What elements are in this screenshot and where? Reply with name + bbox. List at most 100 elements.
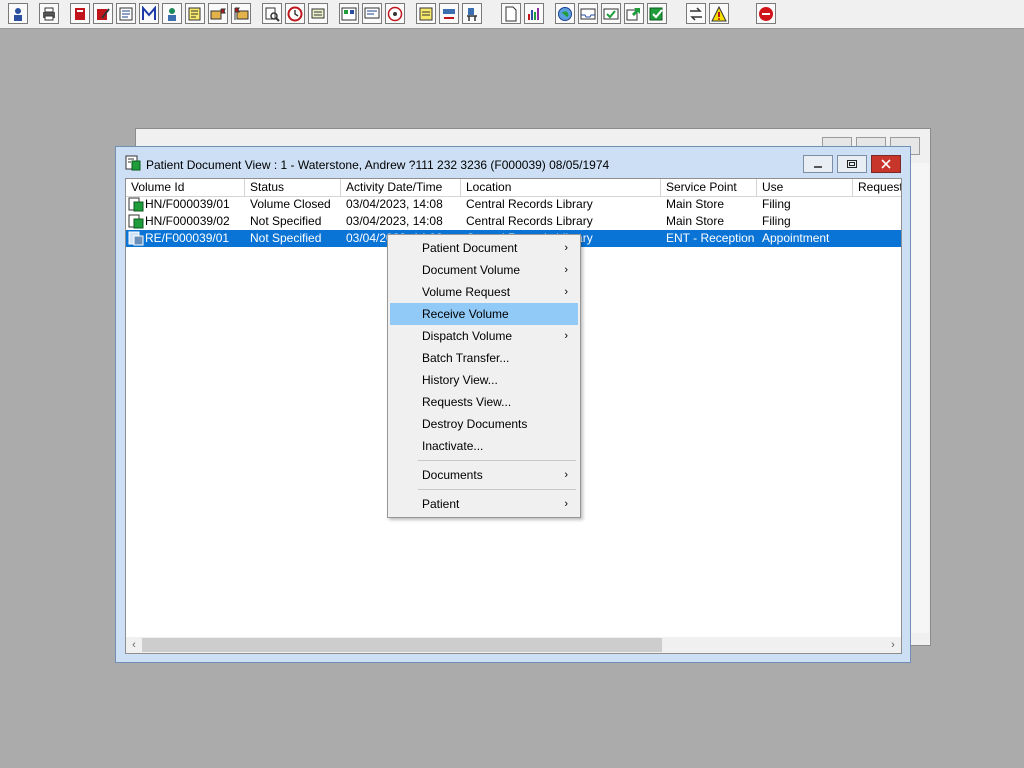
folder-flag-button[interactable] bbox=[208, 3, 228, 24]
swap-arrows-icon bbox=[690, 6, 702, 21]
menu-item-patient-document[interactable]: Patient Document › bbox=[390, 237, 578, 259]
menu-item-label: Volume Request bbox=[422, 285, 511, 299]
bar-chart-icon bbox=[528, 7, 539, 20]
minimize-button[interactable] bbox=[803, 155, 833, 173]
table-row[interactable]: HN/F000039/02 Not Specified 03/04/2023, … bbox=[126, 213, 901, 230]
cell-service-point: Main Store bbox=[666, 214, 725, 228]
cell-use: Appointment bbox=[762, 231, 830, 245]
flag-folder-button[interactable] bbox=[231, 3, 251, 24]
cell-status: Not Specified bbox=[250, 214, 322, 228]
message-button[interactable] bbox=[362, 3, 382, 24]
sticky-note-button[interactable] bbox=[416, 3, 436, 24]
check-inbox-button[interactable] bbox=[601, 3, 621, 24]
edit-document-button[interactable] bbox=[93, 3, 113, 24]
globe-icon bbox=[558, 6, 572, 21]
menu-item-batch-transfer[interactable]: Batch Transfer... bbox=[390, 347, 578, 369]
menu-item-label: Inactivate... bbox=[422, 439, 484, 453]
window-title: Patient Document View : 1 - Waterstone, … bbox=[146, 158, 610, 172]
green-check-button[interactable] bbox=[647, 3, 667, 24]
menu-item-patient[interactable]: Patient › bbox=[390, 493, 578, 515]
cell-volume-id: HN/F000039/02 bbox=[145, 214, 230, 228]
column-header-requested[interactable]: Requeste bbox=[853, 179, 901, 196]
inbox-button[interactable] bbox=[578, 3, 598, 24]
exit-button[interactable] bbox=[756, 3, 776, 24]
scroll-thumb[interactable] bbox=[142, 638, 662, 652]
report-button[interactable] bbox=[116, 3, 136, 24]
maximize-button[interactable] bbox=[837, 155, 867, 173]
column-header-location[interactable]: Location bbox=[461, 179, 661, 196]
scroll-left-icon[interactable]: ‹ bbox=[126, 637, 142, 653]
gallery-button[interactable] bbox=[339, 3, 359, 24]
table-row[interactable]: HN/F000039/01 Volume Closed 03/04/2023, … bbox=[126, 196, 901, 213]
menu-item-label: Destroy Documents bbox=[422, 417, 528, 431]
submenu-arrow-icon: › bbox=[564, 469, 568, 481]
column-header-service-point[interactable]: Service Point bbox=[661, 179, 757, 196]
search-document-icon bbox=[265, 7, 280, 22]
menu-item-receive-volume[interactable]: Receive Volume bbox=[390, 303, 578, 325]
menu-item-documents[interactable]: Documents › bbox=[390, 464, 578, 486]
search-document-button[interactable] bbox=[262, 3, 282, 24]
menu-item-destroy-documents[interactable]: Destroy Documents bbox=[390, 413, 578, 435]
red-book-button[interactable] bbox=[70, 3, 90, 24]
submenu-arrow-icon: › bbox=[564, 498, 568, 510]
swap-arrows-button[interactable] bbox=[686, 3, 706, 24]
m-letter-icon bbox=[142, 5, 156, 20]
restore-icon bbox=[847, 160, 857, 168]
green-arrow-icon bbox=[626, 7, 640, 20]
scroll-right-icon[interactable]: › bbox=[885, 637, 901, 653]
chair-button[interactable] bbox=[462, 3, 482, 24]
menu-item-volume-request[interactable]: Volume Request › bbox=[390, 281, 578, 303]
main-toolbar bbox=[0, 0, 1024, 29]
column-header-use[interactable]: Use bbox=[757, 179, 853, 196]
blank-page-button[interactable] bbox=[501, 3, 521, 24]
notepad-button[interactable] bbox=[185, 3, 205, 24]
title-bar[interactable]: Patient Document View : 1 - Waterstone, … bbox=[116, 147, 910, 177]
exit-icon bbox=[759, 6, 773, 21]
menu-separator bbox=[418, 460, 576, 461]
printer-button[interactable] bbox=[39, 3, 59, 24]
submenu-arrow-icon: › bbox=[564, 330, 568, 342]
menu-item-history-view[interactable]: History View... bbox=[390, 369, 578, 391]
menu-item-label: Receive Volume bbox=[422, 307, 509, 321]
cell-status: Volume Closed bbox=[250, 197, 331, 211]
user-key-button[interactable] bbox=[8, 3, 28, 24]
disk-button[interactable] bbox=[385, 3, 405, 24]
green-arrow-button[interactable] bbox=[624, 3, 644, 24]
menu-item-label: Batch Transfer... bbox=[422, 351, 510, 365]
column-header-activity[interactable]: Activity Date/Time bbox=[341, 179, 461, 196]
report-icon bbox=[119, 7, 133, 20]
check-inbox-icon bbox=[603, 8, 619, 19]
cell-status: Not Specified bbox=[250, 231, 322, 245]
person-icon bbox=[168, 7, 176, 21]
person-button[interactable] bbox=[162, 3, 182, 24]
red-book-icon bbox=[75, 7, 85, 20]
bar-chart-button[interactable] bbox=[524, 3, 544, 24]
sticky-note-icon bbox=[419, 7, 433, 20]
warning-button[interactable] bbox=[709, 3, 729, 24]
submenu-arrow-icon: › bbox=[564, 286, 568, 298]
m-letter-button[interactable] bbox=[139, 3, 159, 24]
column-header-volume-id[interactable]: Volume Id bbox=[126, 179, 245, 196]
transfer-button[interactable] bbox=[439, 3, 459, 24]
screen-button[interactable] bbox=[308, 3, 328, 24]
flag-folder-icon bbox=[234, 7, 249, 20]
menu-item-dispatch-volume[interactable]: Dispatch Volume › bbox=[390, 325, 578, 347]
cell-use: Filing bbox=[762, 214, 791, 228]
horizontal-scrollbar[interactable]: ‹ › bbox=[126, 637, 901, 653]
cell-activity: 03/04/2023, 14:08 bbox=[346, 197, 443, 211]
list-header: Volume Id Status Activity Date/Time Loca… bbox=[126, 179, 901, 197]
cell-volume-id: HN/F000039/01 bbox=[145, 197, 230, 211]
screen-icon bbox=[311, 8, 325, 18]
menu-item-requests-view[interactable]: Requests View... bbox=[390, 391, 578, 413]
menu-item-document-volume[interactable]: Document Volume › bbox=[390, 259, 578, 281]
submenu-arrow-icon: › bbox=[564, 264, 568, 276]
cell-location: Central Records Library bbox=[466, 197, 593, 211]
column-header-status[interactable]: Status bbox=[245, 179, 341, 196]
close-button[interactable] bbox=[871, 155, 901, 173]
menu-item-label: Patient bbox=[422, 497, 460, 511]
cell-use: Filing bbox=[762, 197, 791, 211]
context-menu: Patient Document › Document Volume › Volume … bbox=[387, 234, 581, 518]
clock-button[interactable] bbox=[285, 3, 305, 24]
menu-item-inactivate[interactable]: Inactivate... bbox=[390, 435, 578, 457]
globe-button[interactable] bbox=[555, 3, 575, 24]
